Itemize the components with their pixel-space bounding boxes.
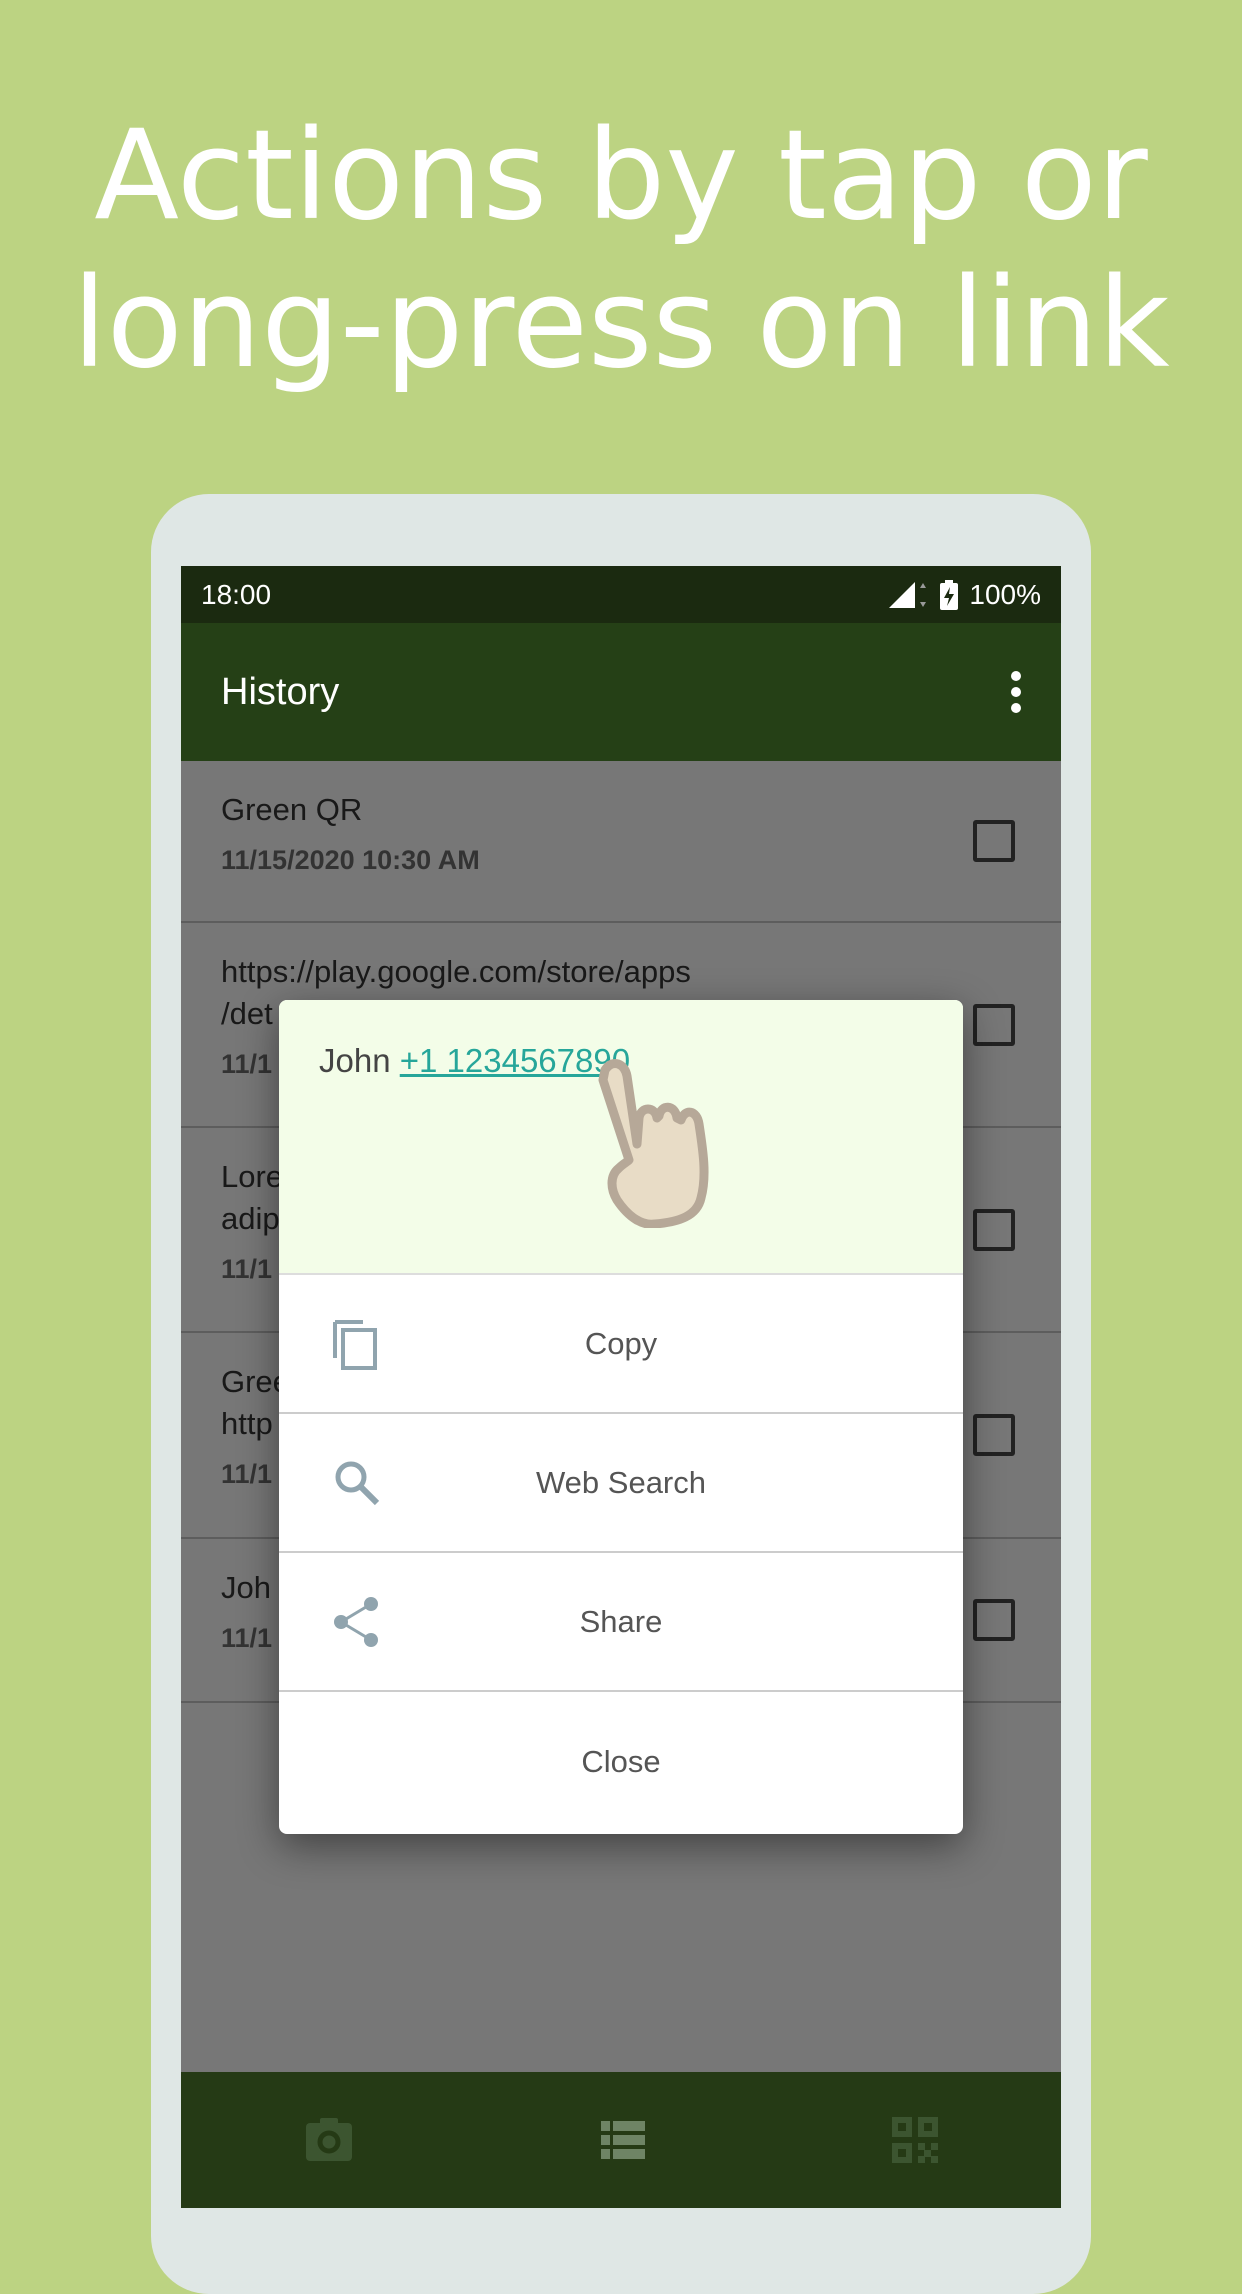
headline: Actions by tap or long-press on link: [0, 102, 1242, 398]
copy-icon: [333, 1319, 377, 1370]
close-button[interactable]: Close: [279, 1692, 963, 1831]
headline-line1: Actions by tap or: [94, 104, 1148, 248]
copy-button[interactable]: Copy: [279, 1275, 963, 1414]
list-icon[interactable]: [600, 2121, 645, 2159]
share-button[interactable]: Share: [279, 1553, 963, 1692]
pointing-hand-icon: [598, 1059, 709, 1228]
qr-code-icon[interactable]: [891, 2117, 938, 2163]
headline-line2: long-press on link: [72, 252, 1170, 396]
appbar-overlay: [181, 566, 1061, 761]
bottom-nav: [181, 2072, 1061, 2208]
contact-name: John: [319, 1042, 391, 1079]
search-icon: [335, 1461, 380, 1505]
dialog-message: John +1 1234567890: [279, 1000, 963, 1275]
share-icon: [334, 1596, 378, 1647]
close-label: Close: [581, 1743, 661, 1779]
camera-icon[interactable]: [304, 2115, 354, 2165]
web-search-button[interactable]: Web Search: [279, 1414, 963, 1553]
link-actions-dialog: John +1 1234567890 Copy Web Search Share…: [279, 1000, 963, 1834]
